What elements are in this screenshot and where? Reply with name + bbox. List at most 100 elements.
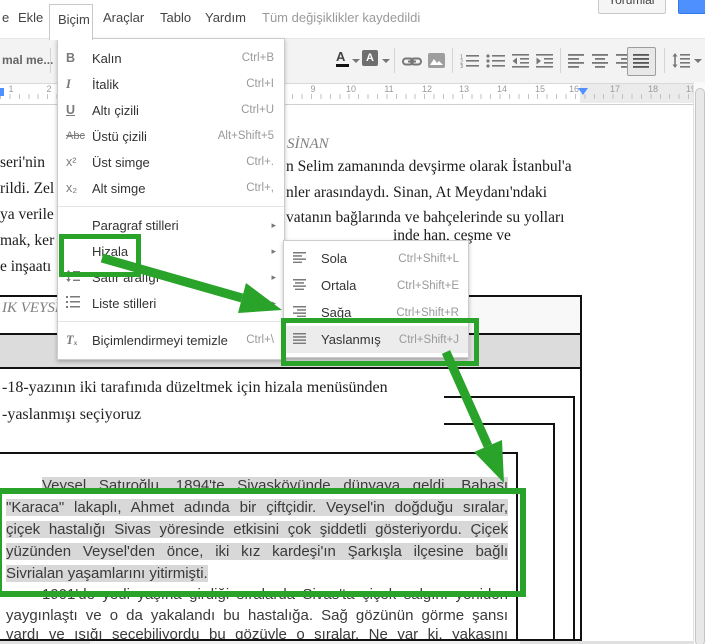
menu-item-bicim-label: Biçim — [58, 12, 90, 27]
numbered-list-icon[interactable]: 123 — [460, 54, 479, 68]
menu-item-alt-simge[interactable]: x₂ Alt simge Ctrl+, — [58, 175, 284, 201]
menu-label: Sola — [321, 251, 348, 266]
toolbar-separator — [664, 48, 665, 73]
menu-item-kalin[interactable]: B Kalın Ctrl+B — [58, 45, 284, 71]
align-submenu: Sola Ctrl+Shift+L Ortala Ctrl+Shift+E Sa… — [283, 240, 469, 358]
menu-label: Satır aralığı — [92, 269, 160, 285]
ruler-number: 10 — [345, 84, 356, 94]
bulleted-list-icon[interactable] — [486, 54, 505, 68]
menu-item-alti-cizili[interactable]: U Altı çizili Ctrl+U — [58, 97, 284, 123]
menu-item-tablo[interactable]: Tablo — [160, 10, 191, 25]
text-color-letter: A — [336, 49, 346, 64]
selected-text: Veysel Şatıroğlu, 1894'te Sivasköyünde d… — [42, 477, 508, 494]
nested-frame-border — [553, 423, 555, 641]
align-left-icon[interactable] — [568, 54, 584, 68]
text-color-button[interactable]: A — [336, 49, 349, 67]
doc-line: nler arasındaydı. Sinan, At Meydanı'ndak… — [286, 184, 548, 201]
submenu-item-saga[interactable]: Sağa Ctrl+Shift+R — [284, 299, 468, 326]
line-spacing-caret-icon[interactable] — [694, 59, 702, 63]
menu-item-ekle[interactable]: Ekle — [18, 10, 43, 25]
menu-item-liste-stilleri[interactable]: Liste stilleri — [58, 290, 284, 316]
menu-item-paragraf-stilleri[interactable]: Paragraf stilleri — [58, 212, 284, 238]
nested-frame-border — [0, 452, 516, 454]
menu-item-bicim-active[interactable]: Biçim — [49, 4, 93, 40]
ruler-margin-area — [580, 82, 693, 103]
strikethrough-icon: Abc — [66, 130, 85, 142]
selected-text: yüzünden Veysel'den önce, iki kız kardeş… — [6, 543, 508, 560]
menu-label: Üst simge — [92, 154, 150, 170]
selected-text: çiçek hastalığı Sivas yöresinde etkisini… — [6, 521, 508, 538]
menu-shortcut: Ctrl+, — [246, 182, 274, 194]
doc-line-fragment: ya verile — [0, 206, 54, 223]
toolbar-separator — [394, 48, 395, 73]
left-indent-marker[interactable] — [0, 88, 4, 96]
list-styles-icon — [58, 295, 88, 311]
menu-item-hizala[interactable]: Hizala — [58, 238, 284, 264]
menu-item-ust-simge[interactable]: x² Üst simge Ctrl+. — [58, 149, 284, 175]
save-status: Tüm değişiklikler kaydedildi — [262, 10, 421, 25]
line-spacing-icon — [58, 269, 88, 285]
insert-image-icon[interactable] — [428, 53, 445, 68]
menu-label: Üstü çizili — [92, 128, 147, 144]
right-indent-marker[interactable] — [578, 88, 588, 95]
menu-label: Ortala — [321, 278, 357, 293]
justify-icon[interactable] — [633, 54, 649, 68]
ruler-number: 15 — [534, 84, 545, 94]
paragraph-line: Sivrialan yaşamlarını yitirmişti. — [6, 564, 508, 584]
text-color-caret-icon[interactable] — [352, 59, 360, 63]
menu-label: Alt simge — [92, 180, 146, 196]
paragraph-line: 1901'de yedi yaşına girdiği sıralarda Si… — [42, 586, 508, 603]
paragraph-style-dropdown[interactable]: mal me... — [2, 53, 53, 67]
ruler-number: 13 — [458, 84, 469, 94]
highlight-color-letter: A — [366, 52, 374, 64]
menu-shortcut: Ctrl+U — [241, 104, 274, 116]
highlight-color-caret-icon[interactable] — [382, 59, 390, 63]
submenu-item-sola[interactable]: Sola Ctrl+Shift+L — [284, 245, 468, 272]
line-spacing-icon[interactable] — [672, 53, 690, 68]
justify-icon — [284, 331, 317, 349]
menu-item-bicimlendirmeyi-temizle[interactable]: Tₓ Biçimlendirmeyi temizle Ctrl+\ — [58, 327, 284, 353]
submenu-item-yaslanmis[interactable]: Yaslanmış Ctrl+Shift+J — [284, 326, 468, 353]
toolbar-separator — [452, 48, 453, 73]
menu-item-fragment[interactable]: e — [2, 10, 9, 25]
doc-line: vatanın bağlarında ve bahçelerinde su yo… — [286, 209, 565, 226]
insert-link-icon[interactable] — [402, 56, 422, 67]
menu-item-satir-araligi[interactable]: Satır aralığı — [58, 264, 284, 290]
align-left-icon — [284, 250, 317, 268]
paragraph-line: yüzünden Veysel'den önce, iki kız kardeş… — [6, 542, 508, 562]
menu-item-italik[interactable]: I İtalik Ctrl+I — [58, 71, 284, 97]
align-right-icon — [284, 304, 317, 322]
submenu-item-ortala[interactable]: Ortala Ctrl+Shift+E — [284, 272, 468, 299]
menu-label: Paragraf stilleri — [92, 217, 179, 233]
tutorial-line: -yaslanmışı seçiyoruz — [2, 406, 142, 423]
text-color-bar — [336, 64, 349, 67]
ruler-number: 1 — [8, 84, 14, 94]
format-menu: B Kalın Ctrl+B I İtalik Ctrl+I U Altı çi… — [57, 38, 285, 360]
paragraph-line: "Karaca" lakaplı, Ahmet adında bir çiftç… — [6, 498, 508, 518]
menu-item-yardim[interactable]: Yardım — [205, 10, 246, 25]
doc-line-fragment: e inşaatı — [0, 258, 52, 275]
paragraph-line: Veysel Şatıroğlu, 1894'te Sivasköyünde d… — [6, 476, 508, 496]
italic-icon: I — [66, 77, 71, 91]
superscript-icon: x² — [66, 155, 77, 169]
menu-label: Yaslanmış — [321, 332, 381, 347]
comments-button[interactable]: Yorumlar — [598, 0, 666, 14]
google-docs-app: seri'nin rildi. Zel ya verile mak, ker e… — [0, 0, 705, 644]
menu-shortcut: Ctrl+B — [241, 52, 274, 64]
menu-item-araclar[interactable]: Araçlar — [103, 10, 144, 25]
menu-label: Kalın — [92, 50, 122, 66]
vertical-scrollbar-thumb[interactable] — [695, 88, 705, 644]
share-button[interactable] — [678, 0, 705, 14]
menu-shortcut: Ctrl+. — [246, 156, 274, 168]
align-center-icon[interactable] — [592, 54, 608, 68]
selected-text: "Karaca" lakaplı, Ahmet adında bir çiftç… — [6, 499, 508, 516]
menu-shortcut: Ctrl+Shift+E — [397, 279, 459, 292]
ruler-number: 17 — [609, 84, 620, 94]
toolbar-separator — [50, 48, 51, 73]
menu-item-ustu-cizili[interactable]: Abc Üstü çizili Alt+Shift+5 — [58, 123, 284, 149]
increase-indent-icon[interactable] — [536, 54, 553, 68]
nested-frame-border — [573, 396, 575, 641]
menu-separator — [58, 321, 284, 322]
decrease-indent-icon[interactable] — [512, 54, 529, 68]
highlight-color-button[interactable]: A — [362, 50, 378, 66]
